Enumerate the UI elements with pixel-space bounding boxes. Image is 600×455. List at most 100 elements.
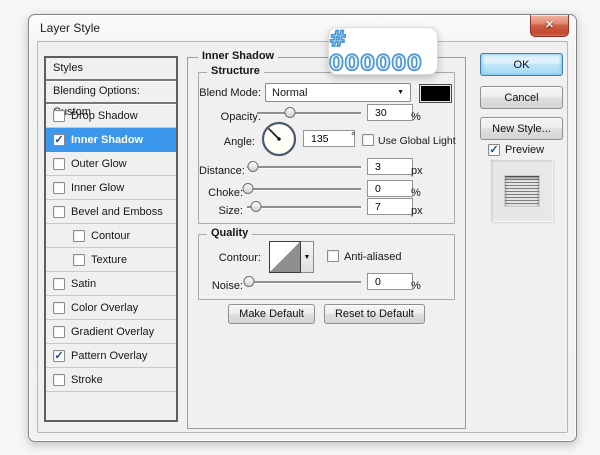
style-checkbox[interactable]	[53, 374, 65, 386]
sidebar-item-color-overlay[interactable]: Color Overlay	[46, 296, 176, 320]
blend-mode-label: Blend Mode:	[199, 87, 261, 99]
style-checkbox[interactable]	[53, 278, 65, 290]
style-checkbox[interactable]	[53, 110, 65, 122]
contour-label: Contour:	[199, 252, 261, 264]
ok-button[interactable]: OK	[480, 53, 563, 76]
style-label: Inner Glow	[71, 182, 124, 194]
close-icon: ✕	[545, 19, 554, 31]
shadow-color-swatch[interactable]	[419, 84, 452, 103]
opacity-input[interactable]	[367, 104, 413, 121]
make-default-button[interactable]: Make Default	[228, 304, 315, 324]
preview-toggle[interactable]: ✓ Preview	[488, 144, 544, 156]
choke-slider-thumb[interactable]	[243, 183, 254, 194]
preview-checkbox[interactable]: ✓	[488, 144, 500, 156]
preview-label: Preview	[505, 144, 544, 156]
style-label: Color Overlay	[71, 302, 138, 314]
size-slider[interactable]	[247, 201, 361, 213]
style-label: Satin	[71, 278, 96, 290]
style-label: Contour	[91, 230, 130, 242]
sidebar-item-contour[interactable]: Contour	[46, 224, 176, 248]
style-checkbox[interactable]	[53, 206, 65, 218]
style-items-container: Drop Shadow ✓ Inner Shadow Outer Glow In…	[46, 104, 176, 392]
angle-unit: °	[351, 131, 355, 143]
opacity-slider-thumb[interactable]	[285, 107, 296, 118]
noise-slider[interactable]	[247, 276, 361, 288]
noise-label: Noise:	[199, 280, 243, 292]
opacity-label: Opacity:	[199, 111, 261, 123]
quality-legend: Quality	[207, 227, 252, 239]
choke-label: Choke:	[199, 187, 243, 199]
sidebar-item-satin[interactable]: Satin	[46, 272, 176, 296]
panel-title: Inner Shadow	[198, 50, 278, 62]
style-checkbox[interactable]: ✓	[53, 134, 65, 146]
style-checkbox[interactable]	[73, 254, 85, 266]
style-checkbox[interactable]: ✓	[53, 350, 65, 362]
sidebar-item-inner-glow[interactable]: Inner Glow	[46, 176, 176, 200]
chevron-down-icon: ▼	[397, 89, 404, 96]
contour-picker[interactable]: ▼	[269, 241, 314, 273]
reset-to-default-button[interactable]: Reset to Default	[324, 304, 425, 324]
sidebar-item-bevel-and-emboss[interactable]: Bevel and Emboss	[46, 200, 176, 224]
opacity-unit: %	[411, 111, 421, 123]
contour-dropdown-icon[interactable]: ▼	[301, 241, 314, 273]
style-checkbox[interactable]	[53, 158, 65, 170]
dialog-titlebar[interactable]: Layer Style ✕	[29, 15, 576, 41]
sidebar-item-outer-glow[interactable]: Outer Glow	[46, 152, 176, 176]
size-slider-thumb[interactable]	[251, 201, 262, 212]
distance-unit: px	[411, 165, 423, 177]
style-label: Gradient Overlay	[71, 326, 154, 338]
noise-slider-thumb[interactable]	[244, 276, 255, 287]
style-label: Stroke	[71, 374, 103, 386]
choke-slider[interactable]	[247, 183, 361, 195]
sidebar-item-stroke[interactable]: Stroke	[46, 368, 176, 392]
use-global-light-checkbox[interactable]	[362, 134, 374, 146]
angle-dial[interactable]	[261, 121, 297, 157]
structure-group: Structure Blend Mode: Normal ▼ Opacity: …	[198, 72, 455, 224]
new-style-button[interactable]: New Style...	[480, 117, 563, 140]
sidebar-item-texture[interactable]: Texture	[46, 248, 176, 272]
style-label: Bevel and Emboss	[71, 206, 163, 218]
cancel-button[interactable]: Cancel	[480, 86, 563, 109]
angle-input[interactable]	[303, 130, 355, 147]
style-label: Outer Glow	[71, 158, 127, 170]
size-input[interactable]	[367, 198, 413, 215]
desktop-background: Layer Style ✕ Styles Blending Options: C…	[0, 0, 600, 455]
preview-thumbnail	[491, 160, 553, 222]
anti-aliased-checkbox[interactable]	[327, 250, 339, 262]
layer-style-dialog: Layer Style ✕ Styles Blending Options: C…	[28, 14, 577, 442]
dialog-title: Layer Style	[40, 21, 100, 35]
distance-slider-thumb[interactable]	[247, 161, 258, 172]
distance-input[interactable]	[367, 158, 413, 175]
style-checkbox[interactable]	[53, 326, 65, 338]
opacity-slider[interactable]	[257, 107, 361, 119]
sidebar-item-pattern-overlay[interactable]: ✓ Pattern Overlay	[46, 344, 176, 368]
size-label: Size:	[199, 205, 243, 217]
sidebar-item-inner-shadow[interactable]: ✓ Inner Shadow	[46, 128, 176, 152]
contour-thumbnail[interactable]	[269, 241, 301, 273]
noise-unit: %	[411, 280, 421, 292]
inner-shadow-panel: Inner Shadow Structure Blend Mode: Norma…	[187, 57, 466, 429]
dialog-client-area: Styles Blending Options: Custom Drop Sha…	[37, 41, 568, 433]
blend-mode-value: Normal	[272, 87, 307, 99]
default-buttons-row: Make Default Reset to Default	[188, 304, 465, 324]
distance-slider[interactable]	[247, 161, 361, 173]
style-checkbox[interactable]	[53, 182, 65, 194]
blend-mode-dropdown[interactable]: Normal ▼	[265, 83, 411, 102]
distance-label: Distance:	[199, 165, 243, 177]
angle-label: Angle:	[199, 136, 255, 148]
size-unit: px	[411, 205, 423, 217]
close-button[interactable]: ✕	[530, 15, 569, 37]
hex-color-text: # 000000	[329, 27, 437, 75]
anti-aliased-label: Anti-aliased	[344, 251, 401, 263]
sidebar-item-gradient-overlay[interactable]: Gradient Overlay	[46, 320, 176, 344]
styles-header-label: Styles	[53, 62, 83, 74]
choke-input[interactable]	[367, 180, 413, 197]
style-checkbox[interactable]	[73, 230, 85, 242]
sidebar-header-styles[interactable]: Styles	[46, 58, 176, 81]
noise-input[interactable]	[367, 273, 413, 290]
sidebar-item-blending-options[interactable]: Blending Options: Custom	[46, 81, 176, 104]
preview-pattern	[505, 176, 539, 206]
style-label: Drop Shadow	[71, 110, 138, 122]
style-checkbox[interactable]	[53, 302, 65, 314]
action-column: OK Cancel New Style... ✓ Preview	[480, 42, 564, 432]
